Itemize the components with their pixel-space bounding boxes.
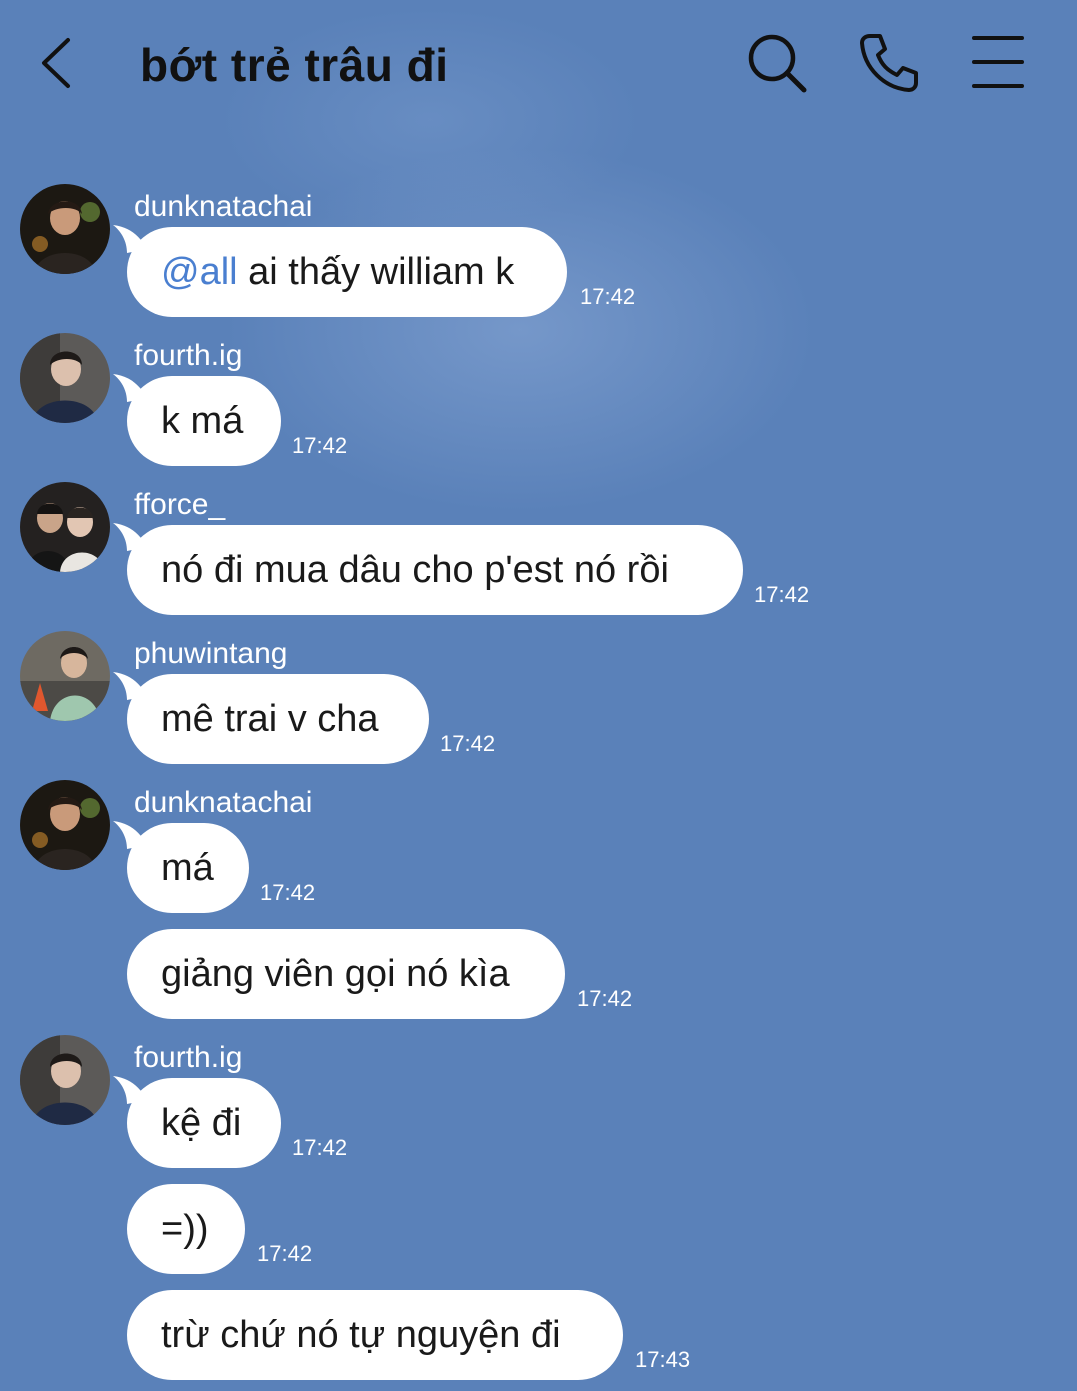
chevron-left-icon [42, 38, 70, 88]
menu-icon [972, 36, 1024, 88]
sender-name: phuwintang [134, 637, 288, 670]
message-text: k má [161, 400, 244, 442]
message-time: 17:42 [440, 731, 496, 756]
phone-icon [860, 34, 918, 92]
message-bubble[interactable]: k má [113, 374, 281, 466]
message-bubble[interactable]: trừ chứ nó tự nguyện đi [127, 1290, 623, 1380]
message-text: giảng viên gọi nó kìa [161, 953, 510, 995]
message-time: 17:42 [577, 986, 633, 1011]
message-time: 17:42 [292, 1135, 348, 1160]
sender-name: dunknatachai [134, 786, 313, 819]
message-bubble[interactable]: giảng viên gọi nó kìa [127, 929, 565, 1019]
message-text: =)) [161, 1208, 209, 1250]
sender-name: fourth.ig [134, 339, 243, 372]
message-time: 17:42 [754, 582, 810, 607]
avatar[interactable] [20, 333, 110, 423]
back-button[interactable] [30, 30, 86, 96]
message-bubble[interactable]: kệ đi [113, 1076, 281, 1168]
search-button[interactable] [744, 30, 810, 96]
search-icon [748, 34, 807, 93]
avatar[interactable] [20, 631, 110, 721]
message-text: ai thấy william k [237, 251, 515, 293]
message-time: 17:42 [580, 284, 636, 309]
message-time: 17:42 [260, 880, 316, 905]
avatar[interactable] [20, 1035, 110, 1125]
call-button[interactable] [856, 30, 922, 96]
chat-title: bớt trẻ trâu đi [140, 39, 449, 91]
message-time: 17:42 [292, 433, 348, 458]
message-time: 17:43 [635, 1347, 691, 1372]
message-bubble[interactable]: mê trai v cha [113, 672, 429, 764]
avatar[interactable] [20, 780, 110, 870]
chat-header: bớt trẻ trâu đi [0, 0, 1077, 130]
message-bubble[interactable]: =)) [127, 1184, 245, 1274]
message-text: kệ đi [161, 1102, 242, 1144]
message-bubble[interactable]: má [113, 821, 249, 913]
message-text: má [161, 847, 214, 889]
avatar[interactable] [20, 184, 110, 274]
sender-name: dunknatachai [134, 190, 313, 223]
sender-name: fourth.ig [134, 1041, 243, 1074]
message-text: trừ chứ nó tự nguyện đi [161, 1314, 561, 1356]
message-text: nó đi mua dâu cho p'est nó rồi [161, 549, 669, 591]
menu-button[interactable] [966, 30, 1032, 96]
message-text: mê trai v cha [161, 698, 379, 740]
sender-name: fforce_ [134, 488, 226, 521]
mention-link[interactable]: @all [161, 251, 238, 293]
message-bubble[interactable]: nó đi mua dâu cho p'est nó rồi [113, 523, 743, 615]
avatar[interactable] [20, 482, 110, 572]
message-bubble[interactable]: @all ai thấy william k [113, 225, 567, 317]
message-time: 17:42 [257, 1241, 313, 1266]
